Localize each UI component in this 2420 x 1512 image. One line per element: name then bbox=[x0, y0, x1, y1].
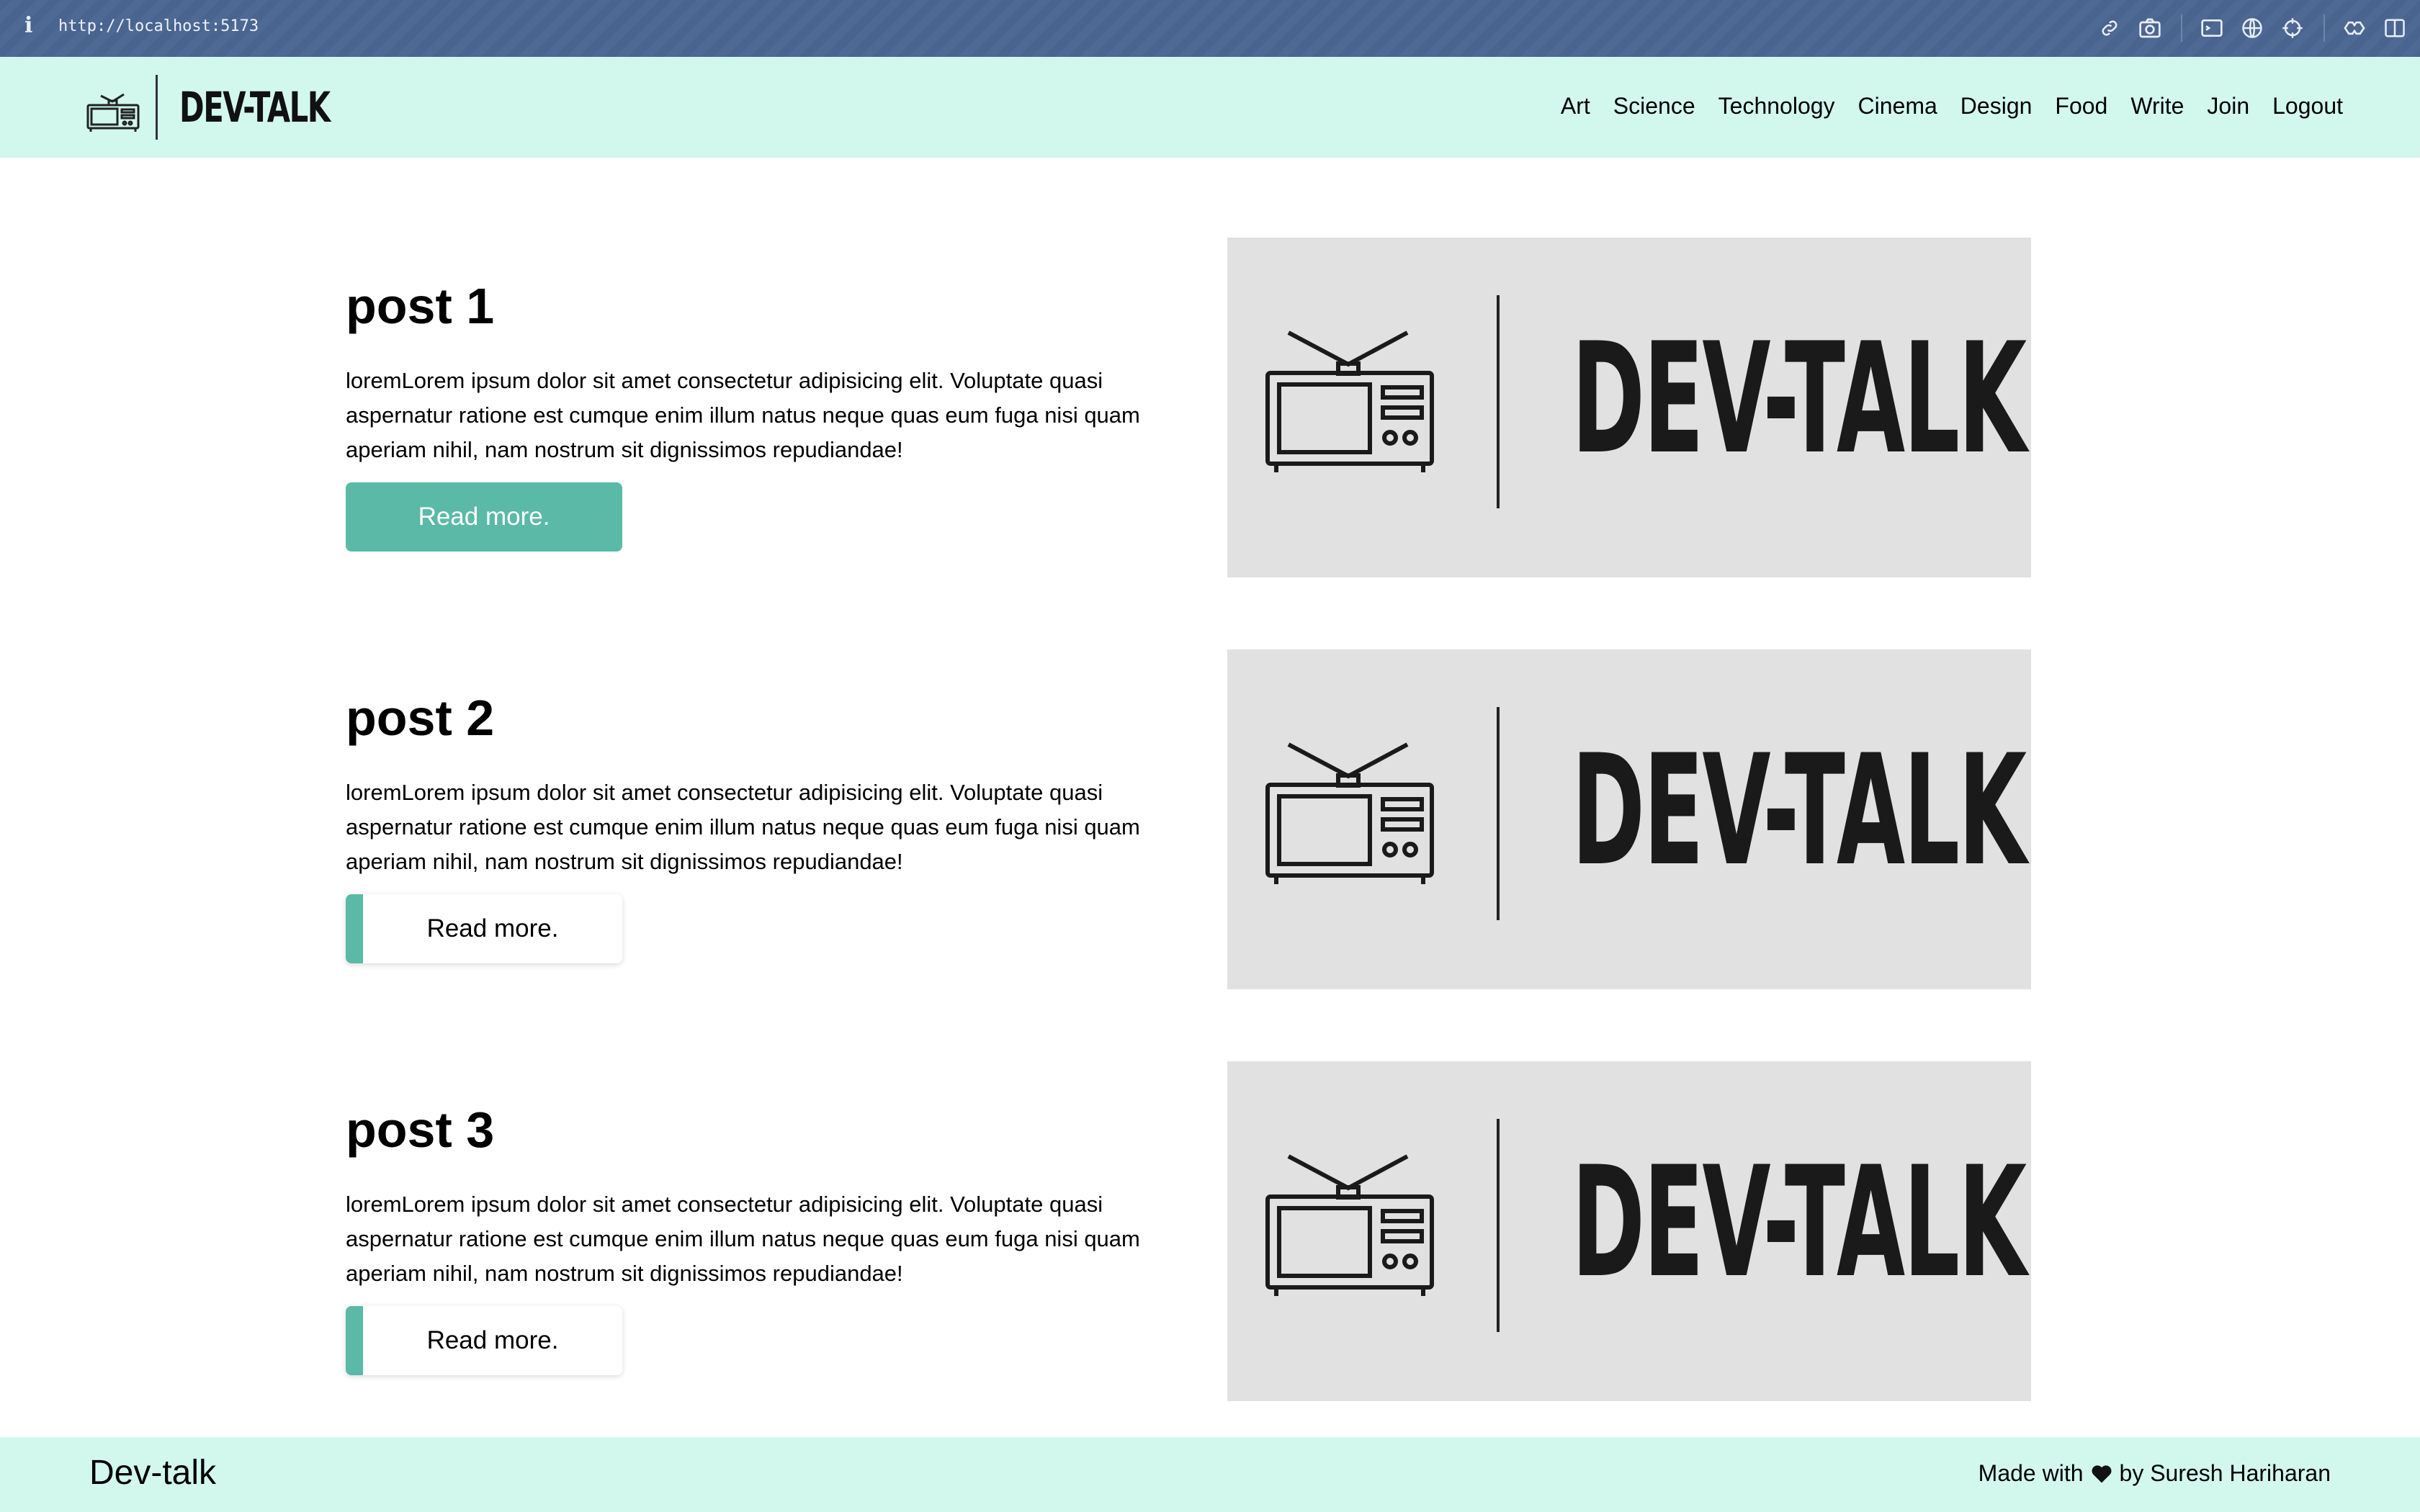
logo-text: DEV-TALK bbox=[179, 83, 331, 132]
tv-icon bbox=[1265, 742, 1434, 884]
post-card: post 2 loremLorem ipsum dolor sit amet c… bbox=[346, 649, 2031, 989]
post-title: post 1 bbox=[346, 278, 495, 334]
link-icon[interactable] bbox=[2094, 13, 2125, 43]
image-logo-text: DEV-TALK bbox=[1572, 310, 2027, 487]
sidebar-icon[interactable] bbox=[2380, 13, 2410, 43]
nav-technology[interactable]: Technology bbox=[1718, 93, 1835, 120]
nav-write[interactable]: Write bbox=[2130, 93, 2184, 120]
image-divider bbox=[1497, 295, 1500, 508]
toolbar-divider bbox=[2181, 14, 2182, 42]
image-divider bbox=[1497, 707, 1500, 920]
nav-art[interactable]: Art bbox=[1561, 93, 1590, 120]
post-image[interactable]: DEV-TALK bbox=[1227, 238, 2031, 577]
site-header: DEV-TALK Art Science Technology Cinema D… bbox=[0, 57, 2420, 158]
terminal-icon[interactable] bbox=[2197, 13, 2227, 43]
read-more-button[interactable]: Read more. bbox=[346, 1306, 622, 1375]
credit-author: by Suresh Hariharan bbox=[2119, 1460, 2331, 1486]
address-bar[interactable]: http://localhost:5173 bbox=[58, 17, 259, 35]
post-title: post 3 bbox=[346, 1102, 495, 1158]
image-logo-text: DEV-TALK bbox=[1572, 1133, 2027, 1311]
nav-logout[interactable]: Logout bbox=[2272, 93, 2343, 120]
credit-prefix: Made with bbox=[1978, 1460, 2084, 1486]
nav-join[interactable]: Join bbox=[2207, 93, 2249, 120]
nav-cinema[interactable]: Cinema bbox=[1858, 93, 1937, 120]
footer-credit: Made with by Suresh Hariharan bbox=[1978, 1460, 2331, 1487]
globe-icon[interactable] bbox=[2237, 13, 2267, 43]
post-excerpt: loremLorem ipsum dolor sit amet consecte… bbox=[346, 368, 1140, 462]
nav-design[interactable]: Design bbox=[1960, 93, 2033, 120]
image-divider bbox=[1497, 1119, 1500, 1332]
crosshair-icon[interactable] bbox=[2277, 13, 2308, 43]
camera-icon[interactable] bbox=[2135, 13, 2165, 43]
post-card: post 1 loremLorem ipsum dolor sit amet c… bbox=[346, 238, 2031, 577]
post-image[interactable]: DEV-TALK bbox=[1227, 649, 2031, 989]
read-more-button[interactable]: Read more. bbox=[346, 894, 622, 963]
image-logo-text: DEV-TALK bbox=[1572, 721, 2027, 899]
toolbar-divider bbox=[2323, 14, 2325, 42]
main-nav: Art Science Technology Cinema Design Foo… bbox=[1538, 93, 2343, 120]
info-icon[interactable]: i bbox=[24, 13, 32, 38]
browser-tools bbox=[2084, 13, 2410, 43]
logo-divider bbox=[156, 75, 158, 140]
post-excerpt: loremLorem ipsum dolor sit amet consecte… bbox=[346, 780, 1140, 874]
nav-science[interactable]: Science bbox=[1613, 93, 1695, 120]
browser-toolbar: i http://localhost:5173 bbox=[0, 0, 2420, 57]
post-excerpt: loremLorem ipsum dolor sit amet consecte… bbox=[346, 1192, 1140, 1286]
heart-icon bbox=[2092, 1464, 2112, 1482]
site-footer: Dev-talk Made with by Suresh Hariharan bbox=[0, 1437, 2420, 1512]
post-card: post 3 loremLorem ipsum dolor sit amet c… bbox=[346, 1061, 2031, 1401]
tv-icon bbox=[1265, 330, 1434, 472]
tv-icon bbox=[86, 93, 140, 132]
post-image[interactable]: DEV-TALK bbox=[1227, 1061, 2031, 1401]
site-logo[interactable]: DEV-TALK bbox=[85, 73, 388, 142]
post-title: post 2 bbox=[346, 690, 495, 746]
read-more-button[interactable]: Read more. bbox=[346, 482, 622, 552]
extensions-icon[interactable] bbox=[2339, 13, 2370, 43]
tv-icon bbox=[1265, 1154, 1434, 1296]
nav-food[interactable]: Food bbox=[2055, 93, 2107, 120]
footer-brand: Dev-talk bbox=[89, 1454, 217, 1492]
